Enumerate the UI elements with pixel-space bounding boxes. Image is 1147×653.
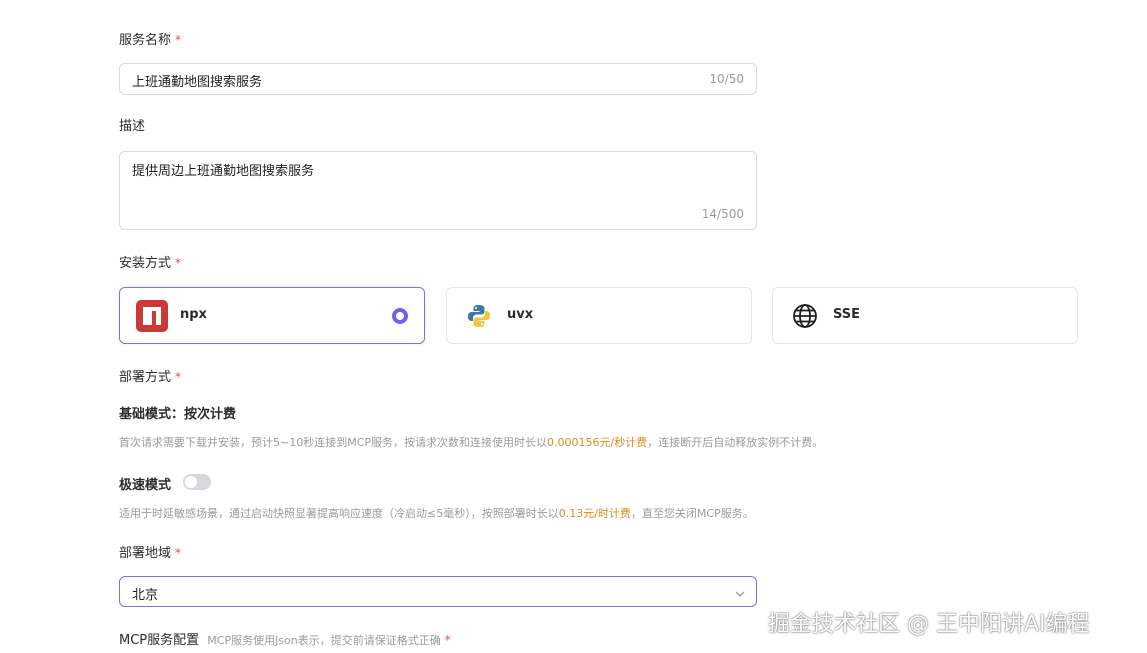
basic-mode-price: 0.000156元/秒计费 [547,436,648,449]
fast-mode-title: 极速模式 [119,478,172,493]
service-name-label: 服务名称 * [119,33,182,48]
service-name-counter: 10/50 [709,72,744,86]
basic-mode-desc: 首次请求需要下载并安装，预计5~10秒连接到MCP服务，按请求次数和连接使用时长… [119,436,824,449]
description-textarea[interactable]: 提供周边上班通勤地图搜索服务 14/500 [119,151,757,230]
install-option-uvx[interactable]: uvx [446,287,752,344]
install-option-sse[interactable]: SSE [772,287,1078,344]
region-select[interactable]: 北京 [119,576,757,607]
required-mark: * [175,546,182,560]
required-mark: * [175,370,182,384]
description-counter: 14/500 [701,207,744,221]
install-option-label: SSE [833,307,861,322]
mcp-config-label: MCP服务配置 MCP服务使用Json表示，提交前请保证格式正确 * [119,633,451,648]
service-name-input[interactable]: 上班通勤地图搜索服务 10/50 [119,63,757,95]
install-option-npx[interactable]: npx [119,287,425,344]
install-method-label: 安装方式 * [119,256,182,271]
chevron-down-icon [734,585,746,604]
npm-icon [136,300,168,332]
install-option-label: npx [180,307,207,322]
mcp-config-hint: MCP服务使用Json表示，提交前请保证格式正确 [207,634,441,647]
region-value: 北京 [132,588,159,603]
install-option-label: uvx [507,307,534,322]
description-value: 提供周边上班通勤地图搜索服务 [132,164,315,179]
required-mark: * [444,633,451,647]
region-label: 部署地域 * [119,546,182,561]
deploy-method-label: 部署方式 * [119,370,182,385]
fast-mode-price: 0.13元/时计费 [558,507,631,520]
fast-mode-toggle[interactable] [183,474,211,490]
watermark: 掘金技术社区 @ 王中阳讲AI编程 [768,612,1090,637]
globe-icon [789,300,821,332]
description-label: 描述 [119,119,146,134]
selected-radio[interactable] [392,308,408,324]
python-icon [463,300,495,332]
required-mark: * [175,256,182,270]
basic-mode-title: 基础模式：按次计费 [119,407,237,422]
service-name-value: 上班通勤地图搜索服务 [132,75,263,90]
fast-mode-desc: 适用于时延敏感场景，通过启动快照显著提高响应速度（冷启动≤5毫秒），按照部署时长… [119,507,754,520]
required-mark: * [175,33,182,47]
